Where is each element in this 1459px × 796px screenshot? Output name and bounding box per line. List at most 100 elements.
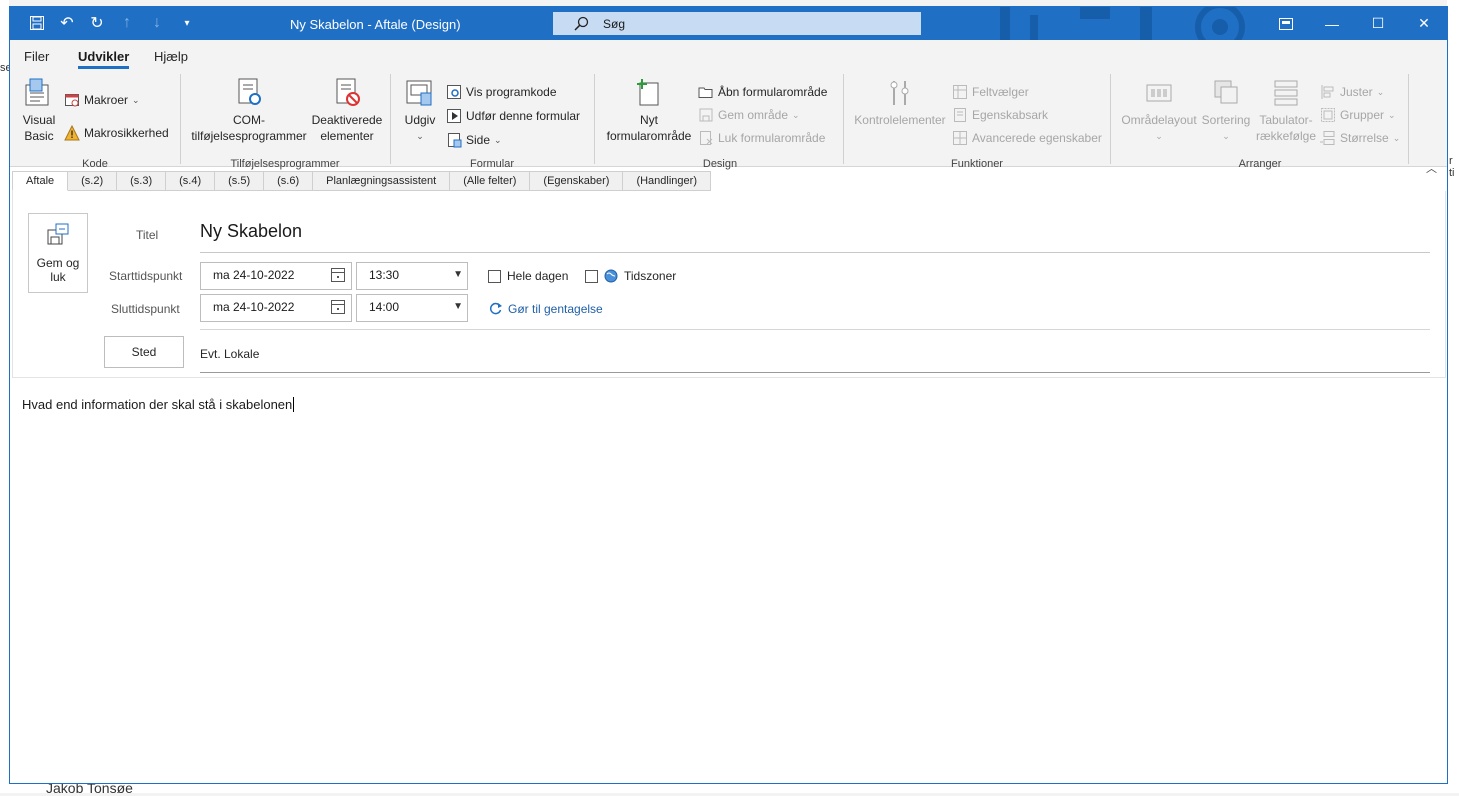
save-close-icon: [45, 222, 71, 248]
avancerede-egenskaber-button[interactable]: Avancerede egenskaber: [952, 130, 1102, 146]
grupper-button[interactable]: Grupper ⌄: [1320, 107, 1396, 123]
chevron-down-icon: ⌄: [1392, 132, 1401, 143]
side-button[interactable]: Side ⌄: [446, 132, 502, 148]
location-input[interactable]: Evt. Lokale: [200, 347, 259, 361]
page-icon: [448, 133, 462, 148]
ribbon-separator: [180, 74, 181, 164]
tab-hjaelp[interactable]: Hjælp: [154, 49, 188, 64]
search-placeholder: Søg: [603, 16, 626, 31]
sortering-button[interactable]: Sortering ⌄: [1200, 76, 1252, 144]
size-icon: [1320, 131, 1335, 145]
grupper-label: Grupper: [1340, 108, 1385, 122]
com-addins-button[interactable]: COM- tilføjelsesprogrammer: [190, 76, 308, 144]
nyt-formularomraade-button[interactable]: Nyt formularområde: [604, 76, 694, 144]
tab-s2[interactable]: (s.2): [68, 171, 118, 191]
chevron-down-icon: ⌄: [792, 109, 800, 120]
arrow-up-icon[interactable]: ↑: [118, 13, 136, 33]
outlook-form-window: ↶ ↻ ↑ ↓ ▾ Ny Skabelon - Aftale (Design) …: [9, 6, 1448, 784]
start-date-field[interactable]: ma 24-10-2022: [200, 262, 352, 290]
tab-alle-felter[interactable]: (Alle felter): [450, 171, 531, 191]
tab-s4[interactable]: (s.4): [166, 171, 216, 191]
visual-basic-icon: [23, 76, 55, 108]
tab-order-label-2: rækkefølge: [1255, 129, 1317, 143]
tab-s6[interactable]: (s.6): [264, 171, 314, 191]
tab-planlaegningsassistent[interactable]: Planlægningsassistent: [313, 171, 451, 191]
vis-programkode-button[interactable]: Vis programkode: [446, 84, 557, 100]
arrow-down-icon[interactable]: ↓: [148, 13, 166, 33]
egenskabsark-button[interactable]: Egenskabsark: [952, 107, 1048, 123]
luk-formularomraade-button[interactable]: Luk formularområde: [698, 130, 825, 146]
checkbox-box[interactable]: [585, 269, 598, 283]
redo-icon[interactable]: ↻: [88, 13, 106, 33]
gem-omraade-button[interactable]: Gem område ⌄: [698, 107, 800, 123]
udgiv-label: Udgiv: [404, 113, 436, 127]
start-time-field[interactable]: 13:30 ▼: [356, 262, 468, 290]
dropdown-arrow-icon[interactable]: ▼: [453, 269, 463, 280]
tab-s3[interactable]: (s.3): [117, 171, 167, 191]
tab-filer[interactable]: Filer: [24, 49, 49, 64]
gem-og-luk-button[interactable]: Gem og luk: [28, 213, 88, 293]
maximize-icon[interactable]: ☐: [1355, 7, 1401, 40]
disabled-items-icon: [331, 76, 363, 108]
makrosikkerhed-button[interactable]: Makrosikkerhed: [64, 125, 169, 141]
udgiv-button[interactable]: Udgiv ⌄: [402, 76, 438, 144]
kontrolelementer-button[interactable]: Kontrolelementer: [852, 76, 948, 128]
text-caret: [293, 397, 295, 412]
checkbox-box[interactable]: [488, 269, 501, 283]
undo-icon[interactable]: ↶: [58, 13, 76, 33]
omraadelayout-button[interactable]: Områdelayout ⌄: [1118, 76, 1200, 144]
recurrence-link[interactable]: Gør til gentagelse: [488, 301, 603, 316]
udfoer-formular-button[interactable]: Udfør denne formular: [446, 108, 580, 124]
tab-egenskaber[interactable]: (Egenskaber): [530, 171, 624, 191]
publish-icon: [404, 76, 436, 108]
titel-input[interactable]: Ny Skabelon: [200, 219, 1430, 253]
customize-qat-icon[interactable]: ▾: [178, 13, 196, 33]
visual-basic-button[interactable]: Visual Basic: [20, 76, 58, 144]
background-app-left: [0, 0, 9, 793]
close-icon[interactable]: ✕: [1401, 7, 1447, 40]
end-date-field[interactable]: ma 24-10-2022: [200, 294, 352, 322]
disabled-items-button[interactable]: Deaktiverede elementer: [310, 76, 384, 144]
group-label-formular: Formular: [469, 158, 514, 170]
sort-icon: [1210, 76, 1242, 108]
hele-dagen-checkbox[interactable]: Hele dagen: [488, 269, 568, 283]
feltvaelger-button[interactable]: Feltvælger: [952, 84, 1029, 100]
body-editor[interactable]: Hvad end information der skal stå i skab…: [22, 397, 295, 412]
recurrence-label: Gør til gentagelse: [508, 301, 603, 316]
minimize-icon[interactable]: —: [1309, 7, 1355, 40]
com-addins-icon: [233, 76, 265, 108]
makroer-button[interactable]: Makroer ⌄: [64, 92, 140, 108]
tab-udvikler[interactable]: Udvikler: [78, 49, 130, 69]
divider: [200, 329, 1430, 330]
chevron-down-icon: ⌄: [1376, 86, 1385, 97]
search-box[interactable]: Søg: [553, 12, 921, 35]
ribbon-tabs: Filer Udvikler Hjælp: [10, 40, 1447, 70]
tidszoner-checkbox[interactable]: Tidszoner: [585, 269, 676, 283]
end-time-field[interactable]: 14:00 ▼: [356, 294, 468, 322]
save-region-icon: [699, 108, 713, 122]
tab-handlinger[interactable]: (Handlinger): [623, 171, 711, 191]
restore-ribbon-icon[interactable]: [1263, 7, 1309, 40]
stoerrelse-button[interactable]: Størrelse ⌄: [1320, 130, 1400, 146]
dropdown-arrow-icon[interactable]: ▼: [453, 301, 463, 312]
save-icon[interactable]: [28, 13, 46, 33]
group-label-funktioner: Funktioner: [951, 158, 1003, 170]
juster-button[interactable]: Juster ⌄: [1320, 84, 1384, 100]
gem-og-luk-label-2: luk: [50, 270, 66, 284]
chevron-down-icon: ⌄: [494, 134, 502, 145]
aabn-formularomraade-button[interactable]: Åbn formularområde: [698, 84, 827, 100]
udfoer-formular-label: Udfør denne formular: [466, 109, 581, 123]
open-folder-icon: [698, 87, 713, 98]
property-sheet-icon: [954, 108, 966, 122]
chevron-down-icon: ⌄: [132, 94, 140, 105]
calendar-icon[interactable]: [331, 268, 345, 282]
calendar-icon[interactable]: [331, 300, 345, 314]
tabulatorraekkefoelge-button[interactable]: Tabulator- rækkefølge: [1254, 76, 1318, 144]
group-label-tilfoejelsesprogrammer: Tilføjelsesprogrammer: [230, 158, 340, 170]
sted-button[interactable]: Sted: [104, 336, 184, 368]
tab-aftale[interactable]: Aftale: [12, 171, 69, 191]
titlebar-decoration: [1000, 7, 1245, 40]
macro-icon: [65, 94, 79, 107]
tab-s5[interactable]: (s.5): [215, 171, 265, 191]
collapse-ribbon-icon[interactable]: ︿: [1426, 160, 1437, 176]
